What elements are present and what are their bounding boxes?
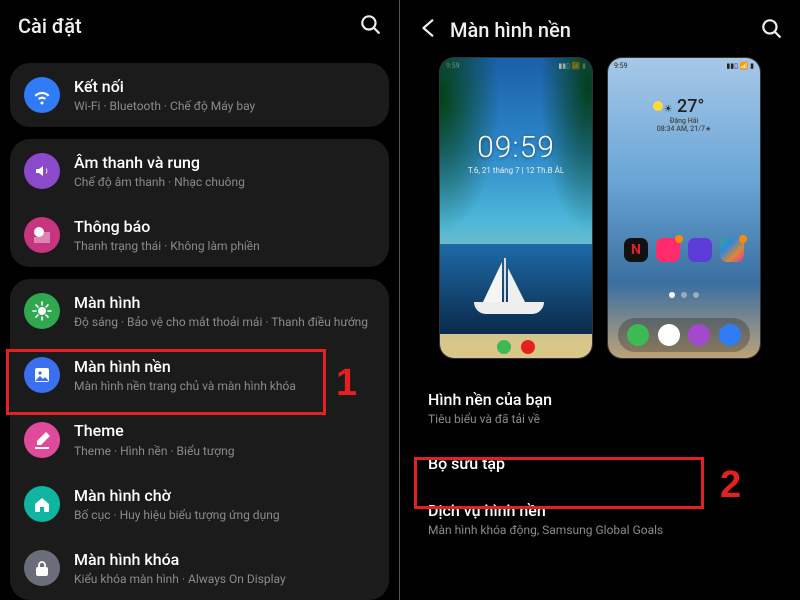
settings-group: Âm thanh và rung Chế độ âm thanh · Nhạc c… <box>10 139 389 267</box>
item-title: Theme <box>74 421 234 440</box>
settings-pane: Cài đặt Kết nối Wi-Fi · Bluetooth · Chế đ… <box>0 0 400 600</box>
menu-title: Hình nền của bạn <box>428 390 772 409</box>
item-title: Màn hình <box>74 293 368 312</box>
item-subtitle: Thanh trạng thái · Không làm phiền <box>74 239 260 253</box>
item-subtitle: Kiểu khóa màn hình · Always On Display <box>74 572 286 586</box>
item-subtitle: Màn hình nền trang chủ và màn hình khóa <box>74 379 296 393</box>
back-icon[interactable] <box>418 17 440 43</box>
settings-group: Màn hình Độ sáng · Bảo vệ cho mắt thoải m… <box>10 279 389 600</box>
item-title: Màn hình nền <box>74 357 296 376</box>
settings-header: Cài đặt <box>10 8 389 45</box>
theme-icon <box>24 422 60 458</box>
home-dock <box>618 318 750 352</box>
item-title: Màn hình khóa <box>74 550 286 569</box>
item-text: Kết nối Wi-Fi · Bluetooth · Chế độ Máy ba… <box>74 77 255 113</box>
page-title: Cài đặt <box>18 14 359 38</box>
item-text: Màn hình nền Màn hình nền trang chủ và mà… <box>74 357 296 393</box>
step2-label: 2 <box>720 464 741 507</box>
lock-clock: 09:59 <box>440 130 592 165</box>
wifi-icon <box>24 77 60 113</box>
wallpaper-previews: 9:59▮▮▯ 📶 ▮ 09:59 T.6, 21 tháng 7 | 12 T… <box>410 58 790 358</box>
notify-icon <box>24 217 60 253</box>
item-subtitle: Wi-Fi · Bluetooth · Chế độ Máy bay <box>74 99 255 113</box>
display-icon <box>24 293 60 329</box>
settings-list: Kết nối Wi-Fi · Bluetooth · Chế độ Máy ba… <box>10 63 389 600</box>
item-title: Âm thanh và rung <box>74 153 245 172</box>
item-title: Thông báo <box>74 217 260 236</box>
weather-widget: ☀ 27° Đặng Hải 08:34 AM, 21/7★ <box>608 96 760 133</box>
search-icon[interactable] <box>760 17 782 43</box>
item-text: Màn hình Độ sáng · Bảo vệ cho mắt thoải m… <box>74 293 368 329</box>
settings-item-notify[interactable]: Thông báo Thanh trạng thái · Không làm ph… <box>10 203 389 267</box>
step1-label: 1 <box>336 362 357 405</box>
item-subtitle: Chế độ âm thanh · Nhạc chuông <box>74 175 245 189</box>
homescreen-preview[interactable]: 9:59▮▮▯ 📶 ▮ ☀ 27° Đặng Hải 08:34 AM, 21/… <box>608 58 760 358</box>
lock-icon <box>24 550 60 586</box>
wallpaper-pane: Màn hình nền 9:59▮▮▯ 📶 ▮ 09:59 T.6, 21 t… <box>400 0 800 600</box>
status-bar: 9:59▮▮▯ 📶 ▮ <box>614 62 754 70</box>
wallpaper-icon <box>24 357 60 393</box>
settings-item-display[interactable]: Màn hình Độ sáng · Bảo vệ cho mắt thoải m… <box>10 279 389 343</box>
settings-item-lock[interactable]: Màn hình khóa Kiểu khóa màn hình · Always… <box>10 536 389 600</box>
sound-icon <box>24 153 60 189</box>
settings-item-wallpaper[interactable]: Màn hình nền Màn hình nền trang chủ và mà… <box>10 343 389 407</box>
item-text: Âm thanh và rung Chế độ âm thanh · Nhạc c… <box>74 153 245 189</box>
item-subtitle: Theme · Hình nền · Biểu tượng <box>74 444 234 458</box>
lockscreen-preview[interactable]: 9:59▮▮▯ 📶 ▮ 09:59 T.6, 21 tháng 7 | 12 T… <box>440 58 592 358</box>
app-row: N <box>616 238 752 262</box>
item-text: Theme Theme · Hình nền · Biểu tượng <box>74 421 234 457</box>
settings-item-theme[interactable]: Theme Theme · Hình nền · Biểu tượng <box>10 407 389 471</box>
settings-group: Kết nối Wi-Fi · Bluetooth · Chế độ Máy ba… <box>10 63 389 127</box>
item-subtitle: Bố cục · Huy hiệu biểu tượng ứng dụng <box>74 508 280 522</box>
page-indicator <box>616 292 752 298</box>
item-text: Màn hình chờ Bố cục · Huy hiệu biểu tượng… <box>74 486 280 522</box>
item-text: Thông báo Thanh trạng thái · Không làm ph… <box>74 217 260 253</box>
settings-item-connections[interactable]: Kết nối Wi-Fi · Bluetooth · Chế độ Máy ba… <box>10 63 389 127</box>
item-title: Kết nối <box>74 77 255 96</box>
lock-date: T.6, 21 tháng 7 | 12 Th.B ÂL <box>440 166 592 175</box>
menu-subtitle: Tiêu biểu và đã tải về <box>428 412 772 426</box>
item-subtitle: Độ sáng · Bảo vệ cho mắt thoải mái · Tha… <box>74 315 368 329</box>
menu-subtitle: Màn hình khóa động, Samsung Global Goals <box>428 523 772 537</box>
home-icon <box>24 486 60 522</box>
item-title: Màn hình chờ <box>74 486 280 505</box>
search-icon[interactable] <box>359 13 381 39</box>
page-title: Màn hình nền <box>450 18 760 42</box>
lock-dock <box>440 340 592 354</box>
wallpaper-menu-yours[interactable]: Hình nền của bạn Tiêu biểu và đã tải về <box>410 376 790 440</box>
settings-item-home[interactable]: Màn hình chờ Bố cục · Huy hiệu biểu tượng… <box>10 472 389 536</box>
item-text: Màn hình khóa Kiểu khóa màn hình · Always… <box>74 550 286 586</box>
settings-item-sound[interactable]: Âm thanh và rung Chế độ âm thanh · Nhạc c… <box>10 139 389 203</box>
wallpaper-header: Màn hình nền <box>410 8 790 52</box>
